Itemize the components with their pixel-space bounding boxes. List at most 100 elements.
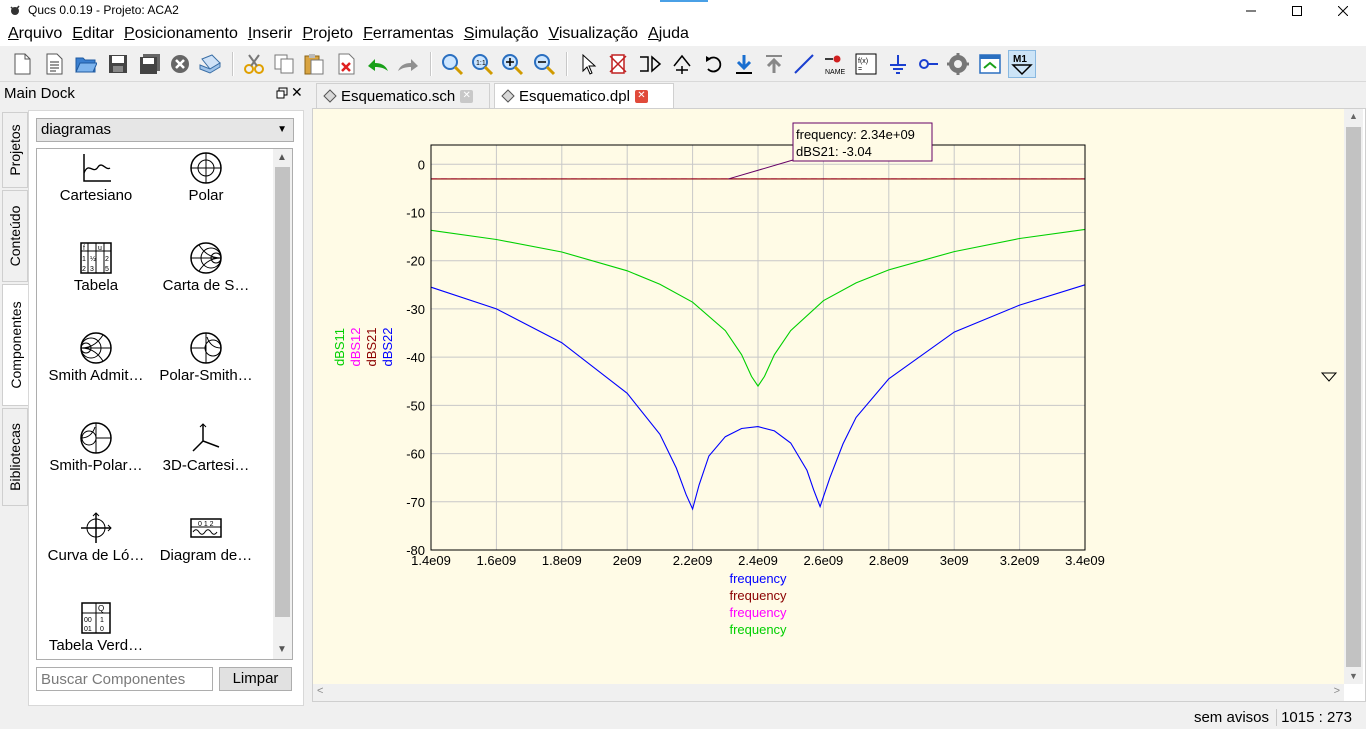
cut-icon[interactable] [240,50,268,78]
view-data-icon[interactable] [976,50,1004,78]
marker-icon[interactable]: M1 [1008,50,1036,78]
component-cartesiano[interactable]: Cartesiano [37,149,155,237]
table-icon-text: 2 [105,256,109,263]
menu-projeto[interactable]: Projeto [297,22,358,46]
save-icon[interactable] [104,50,132,78]
status-message: sem avisos [1193,709,1269,726]
canvas-horizontal-scrollbar[interactable]: < > [313,684,1344,701]
component-3d-cartesiano[interactable]: 3D-Cartesi… [147,419,265,507]
display-canvas[interactable]: 1.4e09 1.6e09 1.8e09 2e09 2.2e09 2.4e09 2.6e09… [313,109,1344,684]
close-tab-icon[interactable]: ✕ [460,89,474,103]
clear-button[interactable]: Limpar [219,667,292,691]
close-window-icon[interactable] [1320,0,1366,22]
x-tick-label: 2.4e09 [738,553,778,568]
menu-inserir[interactable]: Inserir [243,22,297,46]
cartesian-diagram[interactable]: 1.4e09 1.6e09 1.8e09 2e09 2.2e09 2.4e09 2.6e09… [313,109,1344,684]
component-carta-de-smith[interactable]: Carta de S… [147,239,265,327]
redo-icon[interactable] [394,50,422,78]
y-tick-label: -50 [406,398,425,413]
tab-esquematico-dpl[interactable]: Esquematico.dpl ✕ [494,83,674,108]
svg-text:f(x): f(x) [858,58,868,65]
scroll-thumb[interactable] [275,167,290,617]
marker-leader-line [728,159,794,180]
component-smith-admit[interactable]: Smith Admit… [37,329,155,417]
print-icon[interactable] [196,50,224,78]
category-select[interactable]: diagramas ▼ [36,118,294,142]
table-icon: f u1 ½ 22 3 5 [80,242,112,274]
y-tick-label: -20 [406,254,425,269]
copy-icon[interactable] [270,50,298,78]
component-curva-de-locus[interactable]: Curva de Ló… [37,509,155,597]
scroll-right-icon[interactable]: > [1334,685,1340,697]
x-tick-label: 1.6e09 [477,553,517,568]
label-icon[interactable]: NAME [822,50,850,78]
simulate-icon[interactable] [944,50,972,78]
scroll-hint-icon[interactable] [1321,371,1337,383]
scroll-down-icon[interactable]: ▼ [277,644,287,655]
vertical-scroll-thumb[interactable] [1346,127,1361,667]
tab-bibliotecas[interactable]: Bibliotecas [2,408,28,506]
marker-value-text: dBS21: -3.04 [796,144,872,159]
zoom-in-icon[interactable] [498,50,526,78]
mirror-y-icon[interactable] [668,50,696,78]
delete-icon[interactable] [332,50,360,78]
tab-esquematico-sch[interactable]: Esquematico.sch ✕ [316,83,490,108]
open-icon[interactable] [72,50,100,78]
mirror-x-icon[interactable] [636,50,664,78]
new-text-icon[interactable] [40,50,68,78]
zoom-fit-icon[interactable] [438,50,466,78]
zoom-out-icon[interactable] [530,50,558,78]
port-icon[interactable] [914,50,942,78]
go-into-icon[interactable] [730,50,758,78]
paste-icon[interactable] [300,50,328,78]
close-icon[interactable]: ✕ [291,84,303,101]
float-icon[interactable] [276,87,288,99]
menu-posicionamento[interactable]: Posicionamento [119,22,243,46]
search-components-input[interactable] [36,667,213,691]
new-file-icon[interactable] [8,50,36,78]
component-tabela[interactable]: fu1½2235 Tabela [37,239,155,327]
component-tabela-verdade[interactable]: Q 00 1 01 0 Tabela Verd… [37,599,155,659]
undo-icon[interactable] [364,50,392,78]
minimize-icon[interactable] [1228,0,1274,22]
scroll-up-icon[interactable]: ▲ [1349,111,1358,121]
scroll-up-icon[interactable]: ▲ [277,152,287,163]
tab-componentes[interactable]: Componentes [2,284,28,406]
menu-ferramentas[interactable]: Ferramentas [358,22,459,46]
menu-arquivo[interactable]: Arquivo [3,22,67,46]
component-list-scrollbar[interactable]: ▲ ▼ [273,149,292,659]
component-label: Smith-Polar… [49,457,143,474]
y-tick-label: -40 [406,350,425,365]
truth-icon-text: Q [98,604,104,613]
ground-icon[interactable] [884,50,912,78]
save-all-icon[interactable] [136,50,164,78]
menu-visualizacao[interactable]: Visualização [543,22,643,46]
equation-icon[interactable]: f(x) = [852,50,880,78]
x-legend-entry: frequency [729,571,787,586]
component-smith-polar[interactable]: Smith-Polar… [37,419,155,507]
go-up-icon[interactable] [760,50,788,78]
maximize-icon[interactable] [1274,0,1320,22]
select-icon[interactable] [574,50,602,78]
tab-projetos[interactable]: Projetos [2,112,28,188]
wire-icon[interactable] [790,50,818,78]
close-tab-icon[interactable]: ✕ [634,89,648,103]
scroll-left-icon[interactable]: < [317,685,323,697]
component-polar[interactable]: Polar [147,149,265,237]
truth-icon-text: 00 [84,617,92,624]
deactivate-icon[interactable] [604,50,632,78]
zoom-1to1-icon[interactable]: 1:1 [468,50,496,78]
menu-simulacao[interactable]: Simulação [459,22,544,46]
menu-ajuda[interactable]: Ajuda [643,22,694,46]
toolbar-separator [430,52,432,76]
component-polar-smith[interactable]: Polar-Smith… [147,329,265,417]
rotate-icon[interactable] [700,50,728,78]
component-label: Cartesiano [59,187,133,204]
close-doc-icon[interactable] [166,50,194,78]
component-diagram-de-tempo[interactable]: 0 1 2 Diagram de… [147,509,265,597]
menu-editar[interactable]: Editar [67,22,119,46]
dock-title: Main Dock [4,85,75,102]
canvas-vertical-scrollbar[interactable]: ▲ ▼ [1344,109,1363,684]
tab-conteudo[interactable]: Conteúdo [2,190,28,282]
scroll-down-icon[interactable]: ▼ [1349,671,1358,681]
